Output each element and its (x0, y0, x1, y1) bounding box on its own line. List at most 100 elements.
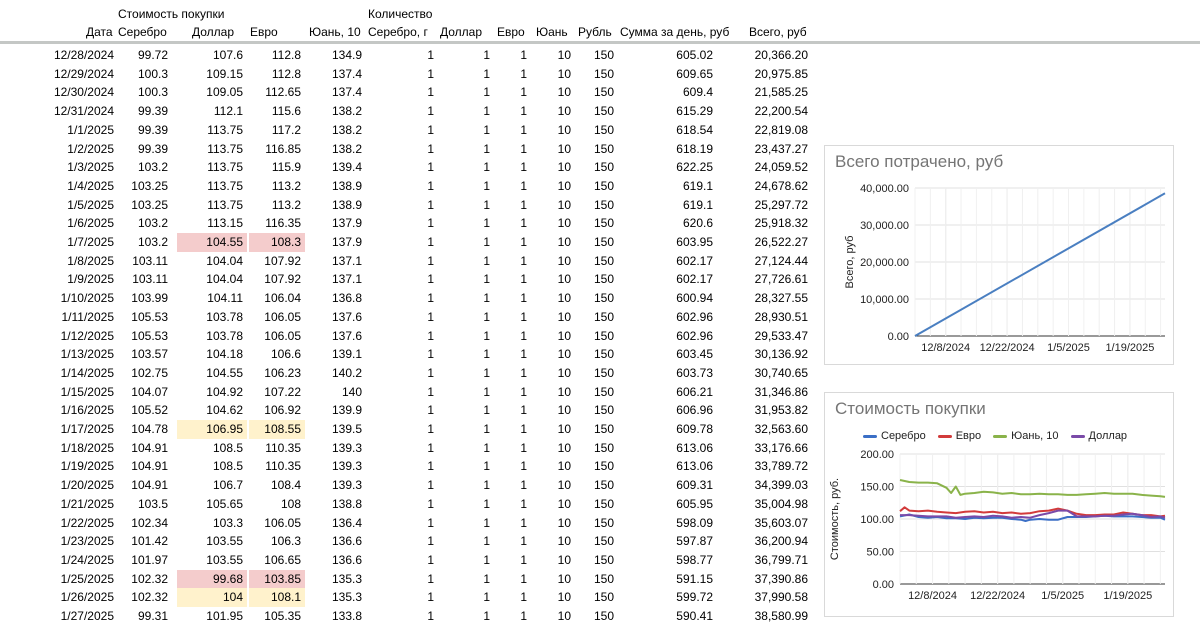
table-cell[interactable]: 1 (368, 364, 438, 383)
table-cell[interactable]: 109.05 (177, 83, 247, 102)
table-cell[interactable]: 104.04 (177, 270, 247, 289)
table-cell[interactable]: 106.92 (249, 401, 305, 420)
table-cell[interactable]: 104.55 (177, 233, 247, 252)
table-cell[interactable]: 112.65 (249, 83, 305, 102)
table-cell[interactable]: 104.91 (120, 476, 172, 495)
table-cell[interactable]: 137.1 (310, 252, 366, 271)
table-cell[interactable]: 10 (533, 532, 575, 551)
table-cell[interactable]: 108.4 (249, 476, 305, 495)
table-cell[interactable]: 10 (533, 270, 575, 289)
table-cell[interactable]: 602.17 (621, 270, 717, 289)
table-cell[interactable]: 1 (368, 83, 438, 102)
chart-purchase-cost[interactable]: Стоимость покупки Серебро Евро Юань, 10 Дол… (824, 392, 1174, 617)
table-cell[interactable]: 22,819.08 (722, 121, 812, 140)
table-cell[interactable]: 1/24/2025 (38, 551, 118, 570)
table-cell[interactable]: 1 (368, 514, 438, 533)
table-cell[interactable]: 1/20/2025 (38, 476, 118, 495)
table-cell[interactable]: 1 (497, 383, 531, 402)
table-cell[interactable]: 1 (368, 457, 438, 476)
table-cell[interactable]: 1/8/2025 (38, 252, 118, 271)
table-cell[interactable]: 1 (497, 364, 531, 383)
table-cell[interactable]: 104 (177, 588, 247, 607)
table-cell[interactable]: 34,399.03 (722, 476, 812, 495)
series-line-0[interactable] (914, 192, 1166, 337)
table-cell[interactable]: 1 (440, 270, 494, 289)
table-cell[interactable]: 102.32 (120, 570, 172, 589)
table-cell[interactable]: 99.68 (177, 569, 247, 589)
table-cell[interactable]: 1 (497, 140, 531, 159)
table-cell[interactable]: 33,176.66 (722, 439, 812, 458)
table-cell[interactable]: 1 (497, 196, 531, 215)
table-cell[interactable]: 150 (578, 570, 618, 589)
table-cell[interactable]: 1 (440, 476, 494, 495)
table-cell[interactable]: 1 (440, 102, 494, 121)
table-cell[interactable]: 32,563.60 (722, 420, 812, 439)
table-cell[interactable]: 150 (578, 308, 618, 327)
table-cell[interactable]: 137.9 (310, 233, 366, 252)
table-cell[interactable]: 103.78 (177, 327, 247, 346)
table-cell[interactable]: 108 (249, 495, 305, 514)
table-cell[interactable]: 1/3/2025 (38, 158, 118, 177)
table-cell[interactable]: 1 (440, 532, 494, 551)
table-cell[interactable]: 135.3 (310, 588, 366, 607)
table-cell[interactable]: 110.35 (249, 439, 305, 458)
table-cell[interactable]: 619.1 (621, 196, 717, 215)
table-cell[interactable]: 1 (440, 177, 494, 196)
table-cell[interactable]: 137.1 (310, 270, 366, 289)
table-cell[interactable]: 10 (533, 289, 575, 308)
table-cell[interactable]: 150 (578, 196, 618, 215)
table-cell[interactable]: 622.25 (621, 158, 717, 177)
table-cell[interactable]: 108.1 (249, 588, 305, 607)
table-cell[interactable]: 99.39 (120, 140, 172, 159)
table-cell[interactable]: 24,678.62 (722, 177, 812, 196)
table-cell[interactable]: 1 (497, 439, 531, 458)
table-cell[interactable]: 150 (578, 46, 618, 65)
table-cell[interactable]: 598.09 (621, 514, 717, 533)
table-cell[interactable]: 139.1 (310, 345, 366, 364)
table-cell[interactable]: 104.92 (177, 383, 247, 402)
table-cell[interactable]: 1 (368, 289, 438, 308)
table-cell[interactable]: 1 (497, 83, 531, 102)
table-cell[interactable]: 103.2 (120, 233, 172, 252)
table-cell[interactable]: 139.4 (310, 158, 366, 177)
table-cell[interactable]: 115.6 (249, 102, 305, 121)
table-cell[interactable]: 113.75 (177, 196, 247, 215)
table-cell[interactable]: 1 (368, 476, 438, 495)
table-cell[interactable]: 1 (497, 289, 531, 308)
table-cell[interactable]: 113.15 (177, 214, 247, 233)
table-cell[interactable]: 1/9/2025 (38, 270, 118, 289)
table-cell[interactable]: 1 (368, 121, 438, 140)
table-cell[interactable]: 138.2 (310, 121, 366, 140)
table-cell[interactable]: 10 (533, 401, 575, 420)
table-cell[interactable]: 106.23 (249, 364, 305, 383)
table-cell[interactable]: 1 (440, 345, 494, 364)
table-cell[interactable]: 133.8 (310, 607, 366, 626)
table-cell[interactable]: 1 (497, 551, 531, 570)
table-cell[interactable]: 104.04 (177, 252, 247, 271)
table-cell[interactable]: 1 (440, 607, 494, 626)
table-cell[interactable]: 105.53 (120, 327, 172, 346)
table-cell[interactable]: 37,990.58 (722, 588, 812, 607)
table-cell[interactable]: 1 (497, 514, 531, 533)
table-cell[interactable]: 1 (368, 532, 438, 551)
table-cell[interactable]: 1 (440, 46, 494, 65)
table-cell[interactable]: 103.2 (120, 214, 172, 233)
table-cell[interactable]: 150 (578, 364, 618, 383)
table-cell[interactable]: 1 (440, 233, 494, 252)
table-cell[interactable]: 150 (578, 177, 618, 196)
table-cell[interactable]: 590.41 (621, 607, 717, 626)
table-cell[interactable]: 38,580.99 (722, 607, 812, 626)
table-cell[interactable]: 10 (533, 457, 575, 476)
table-cell[interactable]: 10 (533, 420, 575, 439)
table-cell[interactable]: 112.8 (249, 65, 305, 84)
table-cell[interactable]: 1/12/2025 (38, 327, 118, 346)
table-cell[interactable]: 106.95 (177, 420, 247, 439)
table-cell[interactable]: 103.55 (177, 532, 247, 551)
table-cell[interactable]: 1 (440, 551, 494, 570)
table-cell[interactable]: 597.87 (621, 532, 717, 551)
table-cell[interactable]: 113.2 (249, 177, 305, 196)
table-cell[interactable]: 1 (368, 439, 438, 458)
table-cell[interactable]: 603.95 (621, 233, 717, 252)
table-cell[interactable]: 1 (497, 420, 531, 439)
table-cell[interactable]: 104.55 (177, 364, 247, 383)
